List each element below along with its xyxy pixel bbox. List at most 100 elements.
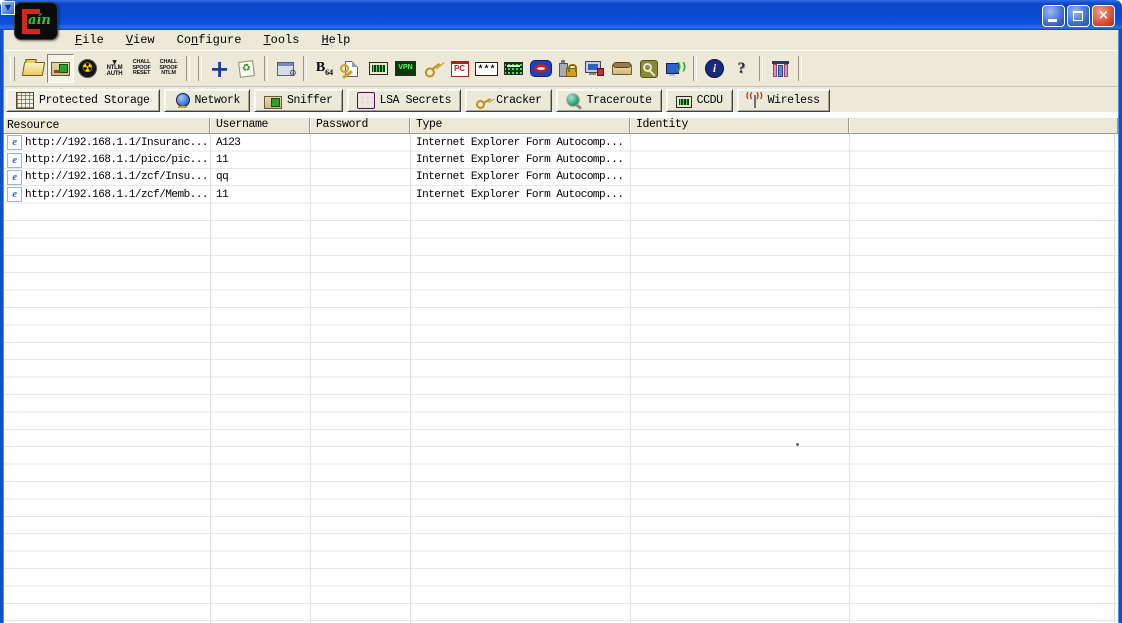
modem-button[interactable] [608,54,635,83]
system-menu-icon[interactable]: ▼ [1,1,15,15]
cell-resource: ehttp://192.168.1.1/zcf/Insu... [4,170,210,185]
tab-wireless[interactable]: Wireless [737,89,830,112]
close-button[interactable]: × [1092,5,1115,27]
tab-cracker[interactable]: Cracker [465,89,552,112]
tab-lsa-secrets[interactable]: LSA Secrets [347,89,462,112]
resource-url: http://192.168.1.1/zcf/Insu... [25,171,208,183]
table-row[interactable]: ehttp://192.168.1.1/zcf/Memb...11Interne… [4,186,1118,203]
title-bar: × [0,0,1122,30]
tab-sniffer[interactable]: Sniffer [254,89,343,112]
column-header-resource[interactable]: Resource [4,117,210,133]
key-icon [475,93,491,108]
tab-protected-storage[interactable]: Protected Storage [6,89,160,112]
ie-icon: e [7,153,22,168]
exit-button[interactable] [767,54,794,83]
vpn-icon: VPN [395,61,416,76]
column-header-identity[interactable]: Identity [630,117,849,133]
table-row[interactable]: ehttp://192.168.1.1/picc/pic...11Interne… [4,151,1118,168]
remove-item-icon: ♻ [238,60,255,78]
rsa-token-button[interactable] [419,54,446,83]
sniffer-toggle-button[interactable] [47,54,74,83]
chall-spoof-reset-button[interactable]: CHALL SPOOF RESET [128,54,155,83]
open-folder-button[interactable] [20,54,47,83]
lock-spray-icon [558,61,578,77]
column-header-blank [849,117,1118,133]
tab-ccdu[interactable]: CCDU [666,89,733,112]
table-row[interactable]: ehttp://192.168.1.1/Insuranc...A123Inter… [4,134,1118,151]
hash-calculator-button[interactable] [365,54,392,83]
column-header-password[interactable]: Password [310,117,410,133]
table-rows: ehttp://192.168.1.1/Insuranc...A123 Inter… [4,134,1118,204]
column-header-type[interactable]: Type [410,117,630,133]
remove-item-button[interactable]: ♻ [233,54,260,83]
table-body: ehttp://192.168.1.1/Insuranc...A123 Inter… [4,134,1118,623]
menu-configure[interactable]: Configure [166,31,253,49]
toolbar-drag-handle[interactable] [10,57,15,81]
vpn-decoder-button[interactable]: VPN [392,54,419,83]
crypt-key-button[interactable] [635,54,662,83]
cell-type: Internet Explorer Form Autocomp... [410,171,630,183]
cell-type: Internet Explorer Form Autocomp... [410,137,630,149]
cain-logo: aín [14,2,58,40]
modem-icon [612,62,631,75]
toolbar-separator [303,56,307,81]
cell-username: qq [210,171,310,183]
menu-view[interactable]: View [115,31,166,49]
chall-spoof-ntlm-icon: CHALL SPOOF NTLM [159,60,177,77]
help-button[interactable]: ? [728,54,755,83]
nic-card-icon [264,96,282,109]
toolbar-separator [264,56,268,81]
asterisks-revealer-icon: *** [475,62,498,76]
apr-radiation-icon: ☢ [78,59,97,78]
cell-type: Internet Explorer Form Autocomp... [410,189,630,201]
remote-pc-button[interactable]: PC [446,54,473,83]
menu-bar: FileViewConfigureToolsHelp [4,30,1118,50]
tab-bar: Protected StorageNetwork Sniffer LSA Secre… [4,87,1118,113]
safe-icon [16,92,34,109]
tab-label: Sniffer [287,94,333,107]
add-item-icon: + [209,57,229,81]
cisco-type7-icon [345,61,358,77]
menu-help[interactable]: Help [310,31,361,49]
lock-spray-button[interactable] [554,54,581,83]
maximize-icon [1073,11,1083,21]
grid-line [210,134,211,623]
cell-username: 11 [210,154,310,166]
maximize-button[interactable] [1067,5,1090,27]
toolbar-separator [186,56,190,81]
grid-line [849,134,850,623]
network-computer-icon [585,61,604,76]
minimize-button[interactable] [1042,5,1065,27]
apr-toggle-button[interactable]: ☢ [74,54,101,83]
ntlm-auth-button[interactable]: ▼ NTLM AUTH [101,54,128,83]
base64-decoder-button[interactable]: B64 [311,54,338,83]
cell-username: A123 [210,137,310,149]
chall-spoof-ntlm-button[interactable]: CHALL SPOOF NTLM [155,54,182,83]
resource-url: http://192.168.1.1/Insuranc... [25,137,208,149]
restore-window-button[interactable] [272,54,299,83]
column-header-username[interactable]: Username [210,117,310,133]
window-frame-right [1118,30,1122,623]
info-button[interactable]: i [701,54,728,83]
purple-box-icon [357,92,375,109]
ntlm-auth-icon: ▼ NTLM AUTH [107,60,123,77]
rdp-signal-button[interactable]: )) [662,54,689,83]
asterisks-revealer-button[interactable]: *** [473,54,500,83]
oval-box-button[interactable] [527,54,554,83]
toolbar-separator [798,56,802,81]
toolbar-separator [759,56,763,81]
cisco-type7-button[interactable] [338,54,365,83]
menu-file[interactable]: File [64,31,115,49]
add-item-button[interactable]: + [206,54,233,83]
table-row[interactable]: ehttp://192.168.1.1/zcf/Insu...qq Interne… [4,169,1118,186]
cisco-config-button[interactable] [500,54,527,83]
tab-traceroute[interactable]: Traceroute [556,89,662,112]
tab-network[interactable]: Network [164,89,251,112]
help-icon: ? [738,61,746,77]
grid-line [410,134,411,623]
base64-icon: B64 [316,61,333,77]
menu-tools[interactable]: Tools [252,31,310,49]
tab-label: Cracker [496,94,542,107]
cell-resource: ehttp://192.168.1.1/picc/pic... [4,153,210,168]
network-computer-button[interactable] [581,54,608,83]
